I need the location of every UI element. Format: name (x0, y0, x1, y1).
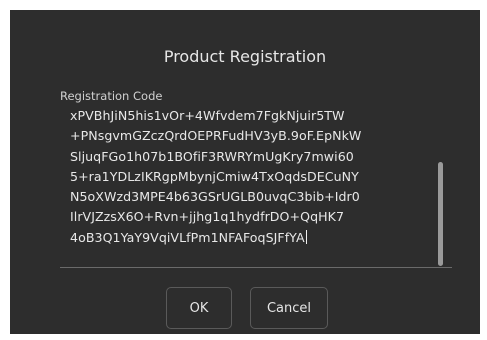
code-lines: xPVBhJiN5his1vOr+4Wfvdem7FgkNjuir5TW +PN… (70, 106, 361, 248)
code-line-7: 4oB3Q1YaY9VqiVLfPm1NFAFoqSJFfYA (70, 229, 305, 245)
registration-dialog: Product Registration Registration Code x… (10, 10, 480, 334)
code-line-2: +PNsgvmGZczQrdOEPRFudHV3yB.9oF.EpNkW (70, 128, 362, 144)
code-line-7-with-caret: 4oB3Q1YaY9VqiVLfPm1NFAFoqSJFfYA (70, 228, 361, 248)
dialog-title: Product Registration (163, 47, 327, 66)
registration-code-label: Registration Code (60, 89, 163, 103)
code-line-4: 5+ra1YDLzIKRgpMbynjCmiw4TxOqdsDECuNY (70, 168, 359, 184)
code-line-1: xPVBhJiN5his1vOr+4Wfvdem7FgkNjuir5TW (70, 108, 345, 123)
cancel-button[interactable]: Cancel (250, 287, 328, 329)
code-line-5: N5oXWzd3MPE4b63GSrUGLB0uvqC3bib+Idr0 (70, 189, 360, 205)
ok-button[interactable]: OK (166, 287, 232, 329)
code-line-6: IlrVJZzsX6O+Rvn+jjhg1q1hydfrDO+QqHK7 (70, 209, 345, 225)
code-line-3: SljuqFGo1h07b1BOfiF3RWRYmUgKry7mwi60 (70, 148, 354, 164)
textarea-scrollbar[interactable] (438, 162, 443, 266)
text-caret (305, 229, 307, 244)
registration-code-textarea[interactable]: xPVBhJiN5his1vOr+4Wfvdem7FgkNjuir5TW +PN… (60, 102, 452, 268)
